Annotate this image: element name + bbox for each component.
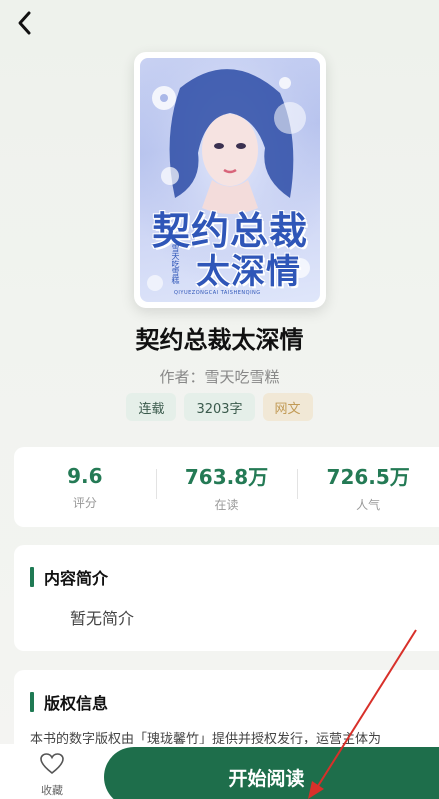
favorite-button[interactable]: 收藏 [20, 752, 84, 798]
stat-popularity: 726.5万 人气 [297, 461, 439, 513]
stat-value: 763.8万 [184, 465, 269, 489]
copyright-title: 版权信息 [44, 694, 109, 713]
tag-status: 连载 [126, 393, 177, 421]
book-cover-image: 契约总裁 雪天吃雪糕 太深情 QIYUEZONGCAI TAISHENQING [140, 58, 320, 302]
intro-text: 暂无简介 [70, 609, 135, 628]
start-reading-button[interactable]: 开始阅读 [104, 747, 439, 799]
cover-small-text: QIYUEZONGCAI TAISHENQING [174, 290, 261, 296]
stat-value: 726.5万 [326, 465, 410, 489]
stat-label: 评分 [72, 495, 97, 510]
favorite-label: 收藏 [41, 784, 63, 797]
intro-section: 内容简介 暂无简介 [14, 545, 439, 651]
book-title: 契约总裁太深情 [135, 326, 304, 354]
cover-title-line-2: 太深情 [196, 252, 301, 292]
bottom-action-bar: 收藏 开始阅读 [0, 744, 439, 799]
section-accent-bar [30, 692, 34, 712]
stat-label: 在读 [214, 498, 239, 512]
author-line[interactable]: 作者：雪天吃雪糕 [0, 366, 439, 387]
chevron-left-icon [18, 11, 31, 35]
stat-readers: 763.8万 在读 [155, 461, 298, 513]
stat-rating: 9.6 评分 [14, 464, 156, 511]
stat-value: 9.6 [67, 463, 103, 488]
section-accent-bar [30, 567, 34, 587]
section-header: 内容简介 [30, 565, 108, 589]
tag-word-count: 3203字 [184, 393, 255, 421]
section-header: 版权信息 [30, 690, 108, 714]
intro-title: 内容简介 [44, 569, 109, 588]
tag-category[interactable]: 网文 [262, 393, 313, 421]
tag-list: 连载 3203字 网文 [0, 393, 439, 421]
back-button[interactable] [10, 8, 40, 38]
cover-author-stamp: 雪天吃雪糕 [171, 244, 180, 284]
book-cover[interactable]: 契约总裁 雪天吃雪糕 太深情 QIYUEZONGCAI TAISHENQING [134, 52, 326, 308]
stat-label: 人气 [356, 498, 381, 512]
stats-card: 9.6 评分 763.8万 在读 726.5万 人气 [14, 447, 439, 527]
heart-icon [40, 753, 64, 775]
